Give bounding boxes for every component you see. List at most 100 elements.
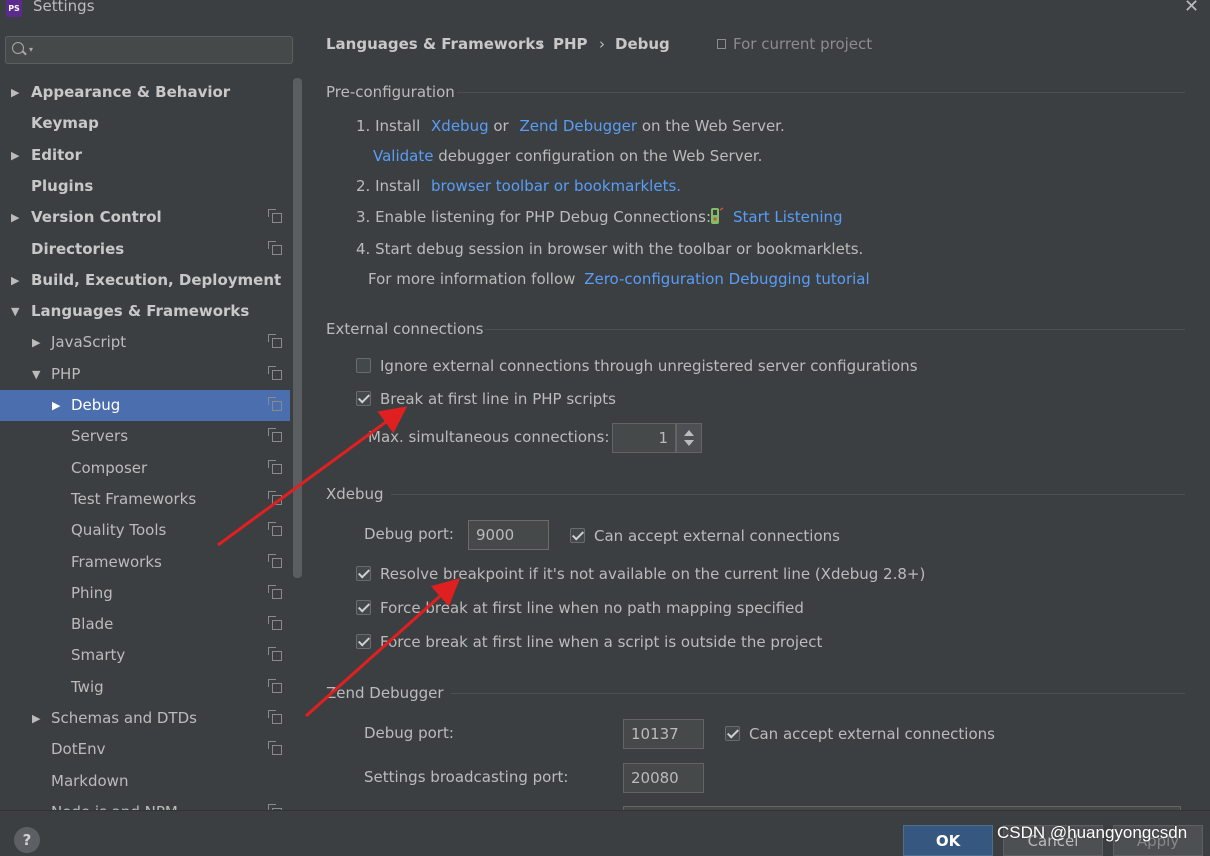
broadcast-port-label: Settings broadcasting port: [364,768,569,786]
sidebar-item[interactable]: Node.js and NPM [0,797,290,810]
sidebar-item[interactable]: Servers [0,421,290,452]
scope-label: For current project [733,35,873,53]
sidebar-item[interactable]: Plugins [0,171,290,202]
sidebar-item[interactable]: ▶ Editor [0,140,290,171]
xdebug-accept-external-checkbox[interactable] [570,528,585,543]
sidebar-item-label: Schemas and DTDs [51,709,197,727]
sidebar-item-label: Phing [71,583,113,602]
step-text: or [493,117,509,135]
resolve-breakpoint-checkbox[interactable] [356,566,371,581]
sidebar-scrollbar[interactable] [293,78,302,578]
divider [485,329,1185,330]
sidebar-item[interactable]: ▼ Languages & Frameworks [0,296,290,327]
chevron-right-icon[interactable]: ▶ [11,265,19,296]
sidebar-item-label: Test Frameworks [71,489,197,508]
chevron-right-icon[interactable]: ▶ [11,77,19,108]
ok-button[interactable]: OK [903,825,993,856]
step-text: 2. Install [356,177,421,195]
project-scope-icon [268,209,282,224]
sidebar-item[interactable]: Smarty [0,640,290,671]
sidebar-item-label: Smarty [71,646,126,665]
sidebar-item-label: Editor [31,145,82,164]
sidebar-item[interactable]: ▶ Version Control [0,202,290,233]
chevron-down-icon[interactable]: ▼ [32,359,40,390]
divider [457,92,1185,93]
spin-down-icon[interactable] [684,440,694,446]
chevron-right-icon[interactable]: ▶ [32,327,40,358]
sidebar-item[interactable]: Composer [0,453,290,484]
chevron-right-icon[interactable]: ▶ [11,202,19,233]
sidebar-item[interactable]: Blade [0,609,290,640]
project-scope-icon [268,334,282,349]
spin-up-icon[interactable] [684,430,694,436]
max-connections-stepper[interactable] [676,423,702,453]
sidebar-item-label: Quality Tools [71,521,167,540]
xdebug-link[interactable]: Xdebug [431,117,489,135]
project-scope-icon [268,397,282,411]
force-break-outside-checkbox[interactable] [356,634,371,649]
sidebar-item[interactable]: Directories [0,234,290,265]
sidebar-item[interactable]: Frameworks [0,547,290,578]
section-title-preconfig: Pre-configuration [326,83,455,101]
max-connections-input[interactable]: 1 [612,423,676,453]
chevron-down-icon[interactable]: ▼ [11,296,19,327]
sidebar-item[interactable]: Phing [0,578,290,609]
sidebar-item-label: Servers [71,427,129,446]
sidebar-item-label: JavaScript [51,333,127,352]
broadcast-port-input[interactable]: 20080 [623,763,704,793]
zero-config-tutorial-link[interactable]: Zero-configuration Debugging tutorial [584,270,869,288]
sidebar-item[interactable]: ▶ JavaScript [0,327,290,358]
xdebug-port-input[interactable]: 9000 [468,520,549,550]
step-text: on the Web Server. [641,117,785,135]
preconfig-step-1: 1. Install Xdebug or Zend Debugger on th… [356,117,785,135]
force-break-nopath-checkbox[interactable] [356,600,371,615]
sidebar-item[interactable]: Quality Tools [0,515,290,546]
sidebar-item[interactable]: Markdown [0,766,290,797]
validate-link[interactable]: Validate [373,147,433,165]
ignore-external-checkbox[interactable] [356,358,371,373]
sidebar-item[interactable]: ▼ PHP [0,359,290,390]
phone-listen-icon[interactable] [708,206,724,226]
force-break-outside-label: Force break at first line when a script … [380,633,823,651]
sidebar-item-label: PHP [51,364,81,383]
close-icon[interactable]: ✕ [1184,0,1199,17]
window-title: Settings [33,0,95,15]
search-input[interactable]: ▾ [5,36,293,64]
project-scope-icon [268,365,282,380]
sidebar-item[interactable]: Keymap [0,108,290,139]
project-scope-icon [268,459,282,474]
breadcrumb-item: Languages & Frameworks [326,35,545,53]
sidebar-item[interactable]: Twig [0,672,290,703]
chevron-down-icon: ▾ [29,45,34,54]
help-button[interactable]: ? [14,827,40,853]
sidebar-item[interactable]: Test Frameworks [0,484,290,515]
zend-accept-external-checkbox[interactable] [725,726,740,741]
project-scope-icon [268,616,282,631]
sidebar-item[interactable]: ▶ Build, Execution, Deployment [0,265,290,296]
project-scope-icon [268,490,282,505]
preconfig-step-2: 2. Install browser toolbar or bookmarkle… [356,177,681,195]
sidebar-item-label: Composer [71,458,148,477]
sidebar-item-label: Build, Execution, Deployment [31,270,282,289]
chevron-right-icon[interactable]: ▶ [11,140,19,171]
zend-port-input[interactable]: 10137 [623,719,704,749]
watermark-text: CSDN @huangyongcsdn [997,823,1188,842]
chevron-right-icon[interactable]: ▶ [32,703,40,734]
sidebar-item-label: Appearance & Behavior [31,83,231,101]
zend-debugger-link[interactable]: Zend Debugger [520,117,638,135]
sidebar-item[interactable]: ▶ Debug [0,390,290,421]
sidebar-item[interactable]: ▶ Appearance & Behavior [0,77,290,108]
step-text: 3. Enable listening for PHP Debug Connec… [356,208,712,226]
chevron-right-icon[interactable]: ▶ [52,390,60,421]
project-scope-icon [268,678,282,693]
browser-toolbar-link[interactable]: browser toolbar or bookmarklets. [431,177,681,195]
sidebar-item-label: Debug [71,396,121,414]
step-text: 1. Install [356,117,421,135]
sidebar-item[interactable]: ▶ Schemas and DTDs [0,703,290,734]
section-title-external: External connections [326,320,484,338]
sidebar-item[interactable]: DotEnv [0,734,290,765]
break-first-line-checkbox[interactable] [356,391,371,406]
step-text: debugger configuration on the Web Server… [438,147,763,165]
section-title-zend: Zend Debugger [326,684,444,702]
start-listening-link[interactable]: Start Listening [733,208,843,226]
